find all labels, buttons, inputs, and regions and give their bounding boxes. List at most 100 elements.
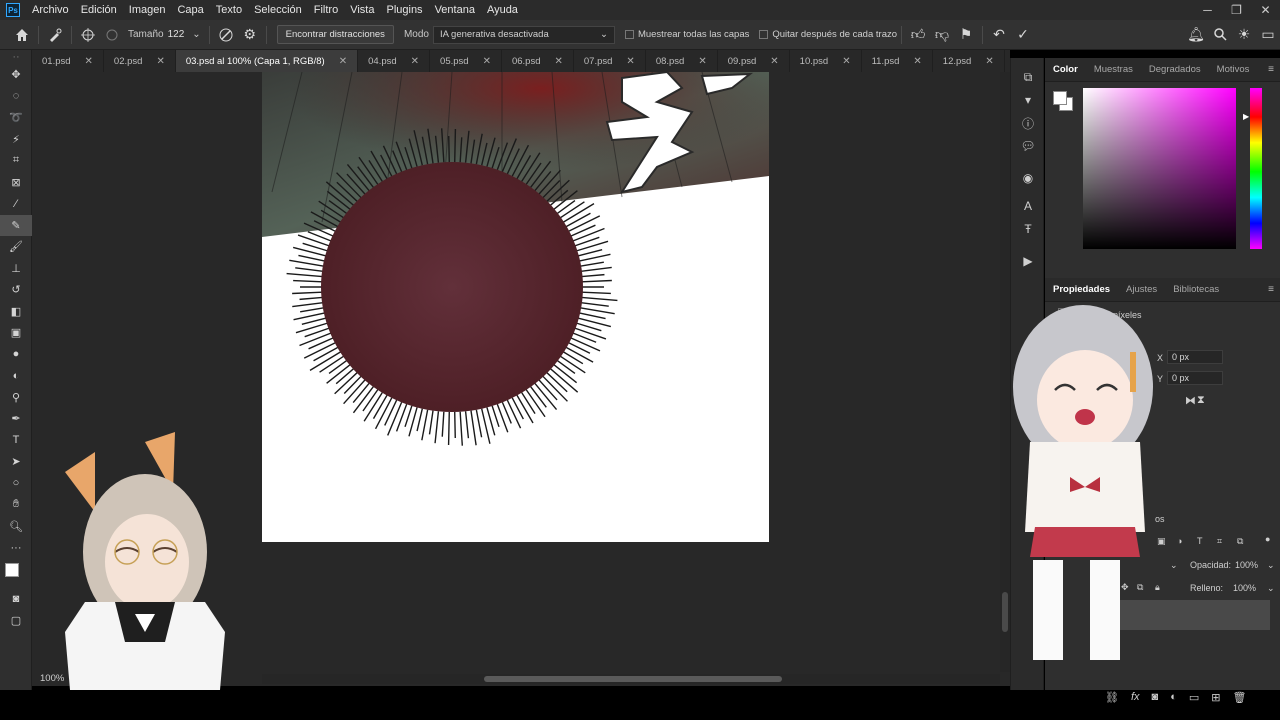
blur-tool-icon[interactable]: ● [0, 344, 32, 366]
adjustment-filter-icon[interactable]: ◑ [1177, 536, 1182, 546]
panel-menu-icon[interactable]: ≡ [1268, 58, 1274, 82]
type-filter-icon[interactable]: T [1197, 536, 1203, 546]
undo-icon[interactable]: ↶ [987, 23, 1011, 47]
close-icon[interactable]: ✕ [555, 56, 563, 67]
home-icon[interactable] [10, 23, 34, 47]
hue-slider[interactable] [1250, 88, 1262, 249]
thumbs-down-icon[interactable]: 👎︎ [930, 23, 954, 47]
minimize-icon[interactable]: ─ [1193, 0, 1222, 20]
close-icon[interactable]: ✕ [698, 56, 706, 67]
thumbs-up-icon[interactable]: 👍︎ [906, 23, 930, 47]
commit-check-icon[interactable]: ✓ [1011, 23, 1035, 47]
screen-mode-icon[interactable]: ▢ [0, 610, 32, 632]
zoom-tool-icon[interactable]: 🔍︎ [0, 516, 32, 538]
x-field[interactable]: 0 px [1167, 350, 1223, 364]
stamp-tool-icon[interactable]: ⊥ [0, 258, 32, 280]
close-icon[interactable]: ✕ [985, 56, 993, 67]
color-wheel-icon[interactable]: ◉ [1011, 167, 1045, 189]
flip-vertical-icon[interactable]: ⧗ [1197, 394, 1205, 407]
new-layer-icon[interactable]: ⊞ [1211, 691, 1220, 704]
remove-after-stroke-checkbox[interactable] [759, 30, 769, 39]
info-icon[interactable]: ⓘ [1011, 112, 1045, 134]
fill-value[interactable]: 100% [1233, 583, 1256, 593]
zoom-search-icon[interactable]: ⚲ [0, 387, 32, 409]
quick-mask-icon[interactable]: ◙ [0, 589, 32, 611]
flip-horizontal-icon[interactable]: ⧓ [1185, 394, 1196, 407]
menu-plugins[interactable]: Plugins [380, 0, 428, 20]
y-field[interactable]: 0 px [1167, 371, 1223, 385]
mode-select[interactable]: IA generativa desactivada ⌄ [432, 25, 615, 44]
remove-tool-icon[interactable] [43, 23, 67, 47]
document-tab[interactable]: 12.psd ✕ [933, 50, 1005, 72]
scroll-thumb[interactable] [484, 676, 782, 682]
foreground-color-swatch[interactable] [5, 562, 19, 577]
color-swatches[interactable] [0, 559, 32, 589]
add-mask-icon[interactable]: ◙ [1152, 691, 1159, 704]
close-icon[interactable]: ✕ [85, 56, 93, 67]
filter-toggle-icon[interactable]: ● [1265, 534, 1270, 544]
document-tab[interactable]: 11.psd ✕ [862, 50, 933, 72]
close-icon[interactable]: ✕ [483, 56, 491, 67]
document-tab[interactable]: 10.psd ✕ [790, 50, 862, 72]
paragraph-icon[interactable]: Ŧ [1011, 218, 1045, 240]
document-tab[interactable]: 06.psd ✕ [502, 50, 574, 72]
pen-tool-icon[interactable]: ✒ [0, 408, 32, 430]
restore-icon[interactable]: ❐ [1222, 0, 1251, 20]
pressure-size-icon[interactable] [214, 23, 238, 47]
tab-motivos[interactable]: Motivos [1209, 58, 1258, 82]
document-tab[interactable]: 04.psd ✕ [358, 50, 431, 72]
path-selection-tool-icon[interactable]: ➤ [0, 451, 32, 473]
folder-icon[interactable]: ▭ [1189, 691, 1199, 704]
shape-tool-icon[interactable]: ○ [0, 473, 32, 495]
close-icon[interactable]: ✕ [913, 56, 921, 67]
tab-bibliotecas[interactable]: Bibliotecas [1165, 278, 1227, 302]
chevron-down-icon[interactable]: ⌄ [1267, 560, 1275, 571]
trash-icon[interactable]: 🗑︎ [1232, 691, 1246, 704]
close-icon[interactable]: ✕ [1251, 0, 1280, 20]
lasso-tool-icon[interactable]: ➰ [0, 107, 32, 129]
close-icon[interactable]: ✕ [156, 56, 164, 67]
brush-preset-icon[interactable] [100, 23, 124, 47]
marquee-tool-icon[interactable]: ◌ [0, 86, 32, 108]
character-icon[interactable]: A [1011, 195, 1045, 217]
chevron-down-icon[interactable]: ⌄ [192, 29, 200, 40]
remove-tool-icon[interactable]: ✎ [0, 214, 32, 236]
eraser-tool-icon[interactable]: ◧ [0, 301, 32, 323]
menu-filtro[interactable]: Filtro [308, 0, 344, 20]
tab-degradados[interactable]: Degradados [1141, 58, 1209, 82]
move-tool-icon[interactable]: ✥ [0, 64, 32, 86]
chevron-down-icon[interactable]: ⌄ [1267, 583, 1275, 594]
menu-edicion[interactable]: Edición [75, 0, 123, 20]
frame-tool-icon[interactable]: ⊠ [0, 172, 32, 194]
adjustment-layer-icon[interactable]: ◐ [1170, 691, 1177, 704]
tab-color[interactable]: Color [1045, 58, 1086, 82]
sample-all-layers-checkbox[interactable] [624, 30, 634, 39]
opacity-value[interactable]: 100% [1235, 560, 1258, 570]
history-icon[interactable]: ⧉ [1011, 66, 1045, 88]
history-brush-icon[interactable]: ↺ [0, 279, 32, 301]
lightbulb-icon[interactable]: ☀ [1232, 23, 1256, 47]
toolbar-grip-icon[interactable]: ·· [0, 50, 32, 64]
gradient-tool-icon[interactable]: ▣ [0, 322, 32, 344]
menu-vista[interactable]: Vista [344, 0, 380, 20]
smart-object-filter-icon[interactable]: ⧉ [1237, 536, 1243, 547]
layer-style-icon[interactable]: fx [1131, 691, 1140, 704]
paint-bucket-icon[interactable]: ▾ [1011, 89, 1045, 111]
close-icon[interactable]: ✕ [411, 56, 419, 67]
document-canvas[interactable] [262, 72, 769, 542]
document-tab[interactable]: 01.psd ✕ [32, 50, 104, 72]
close-icon[interactable]: ✕ [339, 56, 347, 67]
menu-archivo[interactable]: Archivo [26, 0, 75, 20]
shape-filter-icon[interactable]: ⌗ [1217, 536, 1222, 547]
document-tab[interactable]: 05.psd ✕ [430, 50, 502, 72]
size-value[interactable]: 122 [168, 29, 185, 40]
flag-icon[interactable]: ⚑ [954, 23, 978, 47]
magic-wand-tool-icon[interactable]: ⚡︎ [0, 129, 32, 151]
hand-tool-icon[interactable]: ✋︎ [0, 494, 32, 516]
menu-texto[interactable]: Texto [210, 0, 248, 20]
workspace-icon[interactable]: ▭ [1256, 23, 1280, 47]
menu-ventana[interactable]: Ventana [429, 0, 481, 20]
document-tab[interactable]: 02.psd ✕ [104, 50, 176, 72]
brush-tool-icon[interactable]: 🖌︎ [0, 236, 32, 258]
tab-muestras[interactable]: Muestras [1086, 58, 1141, 82]
